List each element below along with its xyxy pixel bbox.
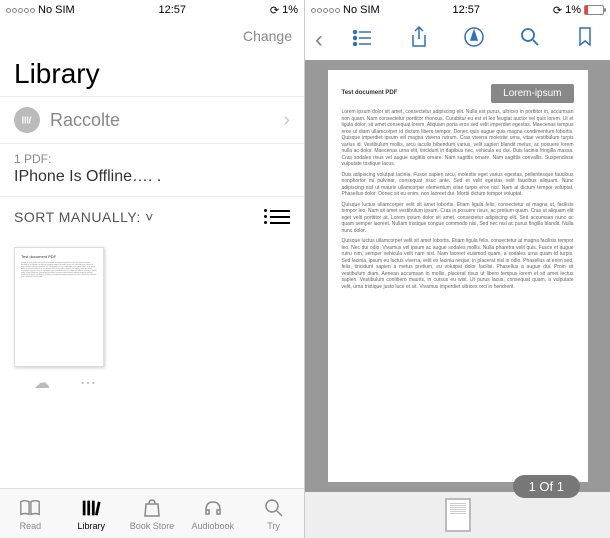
share-icon[interactable] xyxy=(404,26,434,54)
reader-footer xyxy=(305,492,610,538)
battery-percent: 1% xyxy=(565,4,581,16)
reader-toolbar: ‹ xyxy=(305,20,610,60)
status-bar-left: No SIM 12:57 ⟳ 1% xyxy=(0,0,304,20)
library-icon xyxy=(80,497,102,519)
page-thumbnail[interactable] xyxy=(445,498,471,532)
offline-status: IPhone Is Offline…. . xyxy=(0,166,304,197)
document-viewport[interactable]: Test document PDF Lorem-ipsum Lorem ipsu… xyxy=(305,60,610,492)
bookmark-icon[interactable] xyxy=(570,27,600,53)
more-icon[interactable]: ⋯ xyxy=(80,373,96,393)
contents-icon[interactable] xyxy=(348,29,378,52)
battery-percent: 1% xyxy=(282,4,298,16)
sort-button[interactable]: SORT MANUALLY: ˅ xyxy=(14,209,154,225)
tab-audiobook[interactable]: Audiobook xyxy=(182,489,243,538)
search-icon[interactable] xyxy=(515,27,545,53)
page-title: Library xyxy=(0,56,304,96)
pdf-count: 1 PDF: xyxy=(0,144,304,166)
tab-read[interactable]: Read xyxy=(0,489,61,538)
book-open-icon xyxy=(19,497,41,519)
reader-pane: No SIM 12:57 ⟳ 1% ‹ xyxy=(305,0,610,538)
status-bar-right: No SIM 12:57 ⟳ 1% xyxy=(305,0,610,20)
tab-bookstore[interactable]: Book Store xyxy=(122,489,183,538)
folder-row[interactable]: Raccolte › xyxy=(0,96,304,144)
folder-icon xyxy=(14,107,40,133)
cloud-download-icon[interactable]: ☁ xyxy=(34,373,50,393)
carrier-label: No SIM xyxy=(38,4,75,16)
back-button[interactable]: ‹ xyxy=(315,26,323,54)
loading-icon: ⟳ xyxy=(553,4,562,17)
change-button[interactable]: Change xyxy=(243,28,292,48)
page-counter: 1 Of 1 xyxy=(513,475,580,492)
signal-icon xyxy=(6,8,35,13)
battery-icon xyxy=(584,5,604,15)
loading-icon: ⟳ xyxy=(270,4,279,17)
headphones-icon xyxy=(203,497,223,519)
document-body: Lorem ipsum dolor sit amet, consectetur … xyxy=(342,109,574,290)
carrier-label: No SIM xyxy=(343,4,380,16)
search-icon xyxy=(264,497,284,519)
clock: 12:57 xyxy=(159,4,187,16)
bag-icon xyxy=(142,497,162,519)
clock: 12:57 xyxy=(453,4,481,16)
tab-bar: Read Library Book Store Audiobook xyxy=(0,488,304,538)
doc-title: Test document PDF xyxy=(342,90,398,98)
folder-name: Raccolte xyxy=(50,110,283,131)
markup-icon[interactable] xyxy=(459,26,489,54)
chevron-right-icon: › xyxy=(283,109,290,132)
signal-icon xyxy=(311,8,340,13)
document-thumbnail[interactable]: Test document PDF Lorem ipsum dolor sit … xyxy=(14,247,104,367)
tab-library[interactable]: Library xyxy=(61,489,122,538)
tab-search[interactable]: Try xyxy=(243,489,304,538)
list-view-icon[interactable] xyxy=(270,210,290,224)
library-pane: No SIM 12:57 ⟳ 1% Change Library Raccolt… xyxy=(0,0,305,538)
document-page: Test document PDF Lorem-ipsum Lorem ipsu… xyxy=(328,70,588,482)
lorem-badge: Lorem-ipsum xyxy=(491,84,573,103)
